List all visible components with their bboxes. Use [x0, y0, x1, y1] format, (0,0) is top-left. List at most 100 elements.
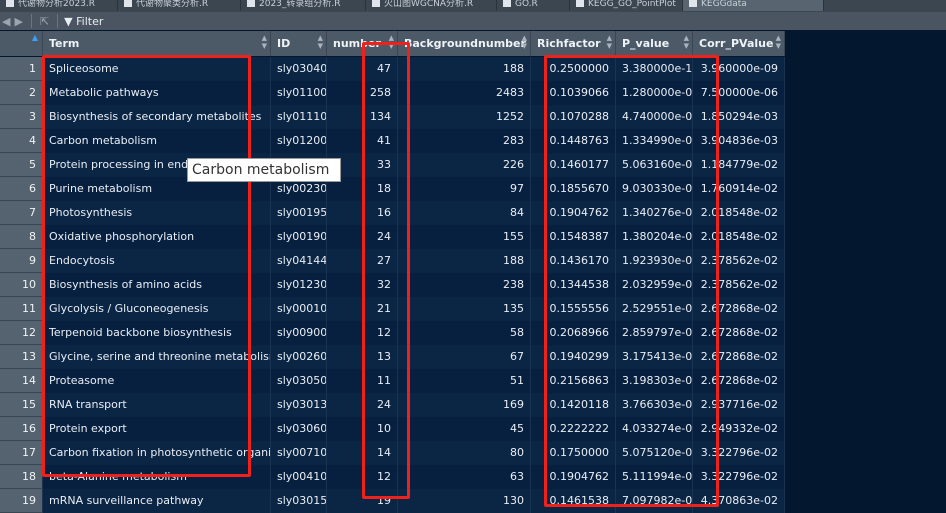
table-row[interactable]: 19 mRNA surveillance pathway sly03015 19 130…: [0, 489, 785, 513]
back-arrow-icon[interactable]: ◀: [2, 15, 10, 28]
cell-richfactor[interactable]: 0.1904762: [531, 465, 616, 489]
cell-term[interactable]: Glycolysis / Gluconeogenesis: [43, 297, 271, 321]
cell-backgroundnumber[interactable]: 135: [398, 297, 531, 321]
cell-number[interactable]: 24: [327, 393, 398, 417]
cell-corr_pvalue[interactable]: 3.904836e-03: [693, 129, 785, 153]
forward-arrow-icon[interactable]: ▶: [14, 15, 22, 28]
table-row[interactable]: 3 Biosynthesis of secondary metabolites sl…: [0, 105, 785, 129]
cell-corr_pvalue[interactable]: 1.760914e-02: [693, 177, 785, 201]
table-row[interactable]: 10 Biosynthesis of amino acids sly01230 32 2…: [0, 273, 785, 297]
cell-p_value[interactable]: 1.340276e-03: [616, 201, 693, 225]
cell-corr_pvalue[interactable]: 2.378562e-02: [693, 249, 785, 273]
tab-1[interactable]: 代谢物聚类分析.R: [118, 0, 241, 11]
cell-p_value[interactable]: 3.380000e-11: [616, 57, 693, 81]
cell-id[interactable]: sly03040: [271, 57, 327, 81]
column-header-p_value[interactable]: P_value ▲ ▼: [616, 31, 693, 56]
table-row[interactable]: 11 Glycolysis / Gluconeogenesis sly00010 21…: [0, 297, 785, 321]
cell-richfactor[interactable]: 0.1940299: [531, 345, 616, 369]
cell-term[interactable]: Biosynthesis of amino acids: [43, 273, 271, 297]
cell-richfactor[interactable]: 0.1855670: [531, 177, 616, 201]
cell-p_value[interactable]: 7.097982e-03: [616, 489, 693, 513]
table-row[interactable]: 4 Carbon metabolism sly01200 41 283 0.1448763…: [0, 129, 785, 153]
cell-number[interactable]: 12: [327, 465, 398, 489]
tab-0[interactable]: 代谢物分析2023.R: [0, 0, 118, 11]
filter-button[interactable]: ▼ Filter: [64, 15, 103, 28]
cell-p_value[interactable]: 1.923930e-03: [616, 249, 693, 273]
cell-corr_pvalue[interactable]: 1.184779e-02: [693, 153, 785, 177]
cell-backgroundnumber[interactable]: 155: [398, 225, 531, 249]
cell-richfactor[interactable]: 0.1548387: [531, 225, 616, 249]
table-row[interactable]: 6 Purine metabolism sly00230 18 97 0.1855670 9…: [0, 177, 785, 201]
cell-term[interactable]: Proteasome: [43, 369, 271, 393]
column-header-backgroundnumber[interactable]: Backgroundnumber ▲ ▼: [398, 31, 531, 56]
cell-backgroundnumber[interactable]: 63: [398, 465, 531, 489]
column-header-corr_pvalue[interactable]: Corr_PValue ▲ ▼: [693, 31, 785, 56]
cell-backgroundnumber[interactable]: 67: [398, 345, 531, 369]
tab-6[interactable]: KEGGdata: [683, 0, 824, 11]
cell-backgroundnumber[interactable]: 2483: [398, 81, 531, 105]
cell-id[interactable]: sly01100: [271, 81, 327, 105]
table-row[interactable]: 15 RNA transport sly03013 24 169 0.1420118 3.7…: [0, 393, 785, 417]
column-header-richfactor[interactable]: Richfactor ▲ ▼: [531, 31, 616, 56]
cell-id[interactable]: sly00195: [271, 201, 327, 225]
cell-richfactor[interactable]: 0.2068966: [531, 321, 616, 345]
cell-p_value[interactable]: 5.111994e-03: [616, 465, 693, 489]
cell-p_value[interactable]: 1.380204e-03: [616, 225, 693, 249]
cell-term[interactable]: Glycine, serine and threonine metabolism: [43, 345, 271, 369]
cell-p_value[interactable]: 3.175413e-03: [616, 345, 693, 369]
cell-number[interactable]: 41: [327, 129, 398, 153]
cell-backgroundnumber[interactable]: 238: [398, 273, 531, 297]
cell-richfactor[interactable]: 0.1460177: [531, 153, 616, 177]
cell-term[interactable]: Terpenoid backbone biosynthesis: [43, 321, 271, 345]
cell-corr_pvalue[interactable]: 2.937716e-02: [693, 393, 785, 417]
cell-richfactor[interactable]: 0.1555556: [531, 297, 616, 321]
cell-backgroundnumber[interactable]: 51: [398, 369, 531, 393]
table-row[interactable]: 13 Glycine, serine and threonine metaboli…: [0, 345, 785, 369]
cell-p_value[interactable]: 2.032959e-03: [616, 273, 693, 297]
cell-richfactor[interactable]: 0.1448763: [531, 129, 616, 153]
row-number-header[interactable]: ▲: [0, 31, 43, 56]
cell-term[interactable]: Biosynthesis of secondary metabolites: [43, 105, 271, 129]
cell-number[interactable]: 10: [327, 417, 398, 441]
cell-id[interactable]: sly00900: [271, 321, 327, 345]
cell-corr_pvalue[interactable]: 2.672868e-02: [693, 297, 785, 321]
cell-number[interactable]: 21: [327, 297, 398, 321]
cell-number[interactable]: 13: [327, 345, 398, 369]
cell-number[interactable]: 11: [327, 369, 398, 393]
cell-richfactor[interactable]: 0.1039066: [531, 81, 616, 105]
cell-id[interactable]: sly03050: [271, 369, 327, 393]
cell-corr_pvalue[interactable]: 2.949332e-02: [693, 417, 785, 441]
table-row[interactable]: 9 Endocytosis sly04144 27 188 0.1436170 1.9239…: [0, 249, 785, 273]
table-row[interactable]: 17 Carbon fixation in photosynthetic orga…: [0, 441, 785, 465]
tab-3[interactable]: 火山图WGCNA分析.R: [366, 0, 497, 11]
cell-richfactor[interactable]: 0.1461538: [531, 489, 616, 513]
cell-id[interactable]: sly00410: [271, 465, 327, 489]
cell-number[interactable]: 47: [327, 57, 398, 81]
table-row[interactable]: 7 Photosynthesis sly00195 16 84 0.1904762 1.34…: [0, 201, 785, 225]
cell-number[interactable]: 258: [327, 81, 398, 105]
cell-corr_pvalue[interactable]: 2.018548e-02: [693, 201, 785, 225]
cell-richfactor[interactable]: 0.1750000: [531, 441, 616, 465]
cell-id[interactable]: sly01230: [271, 273, 327, 297]
cell-id[interactable]: sly03060: [271, 417, 327, 441]
column-header-term[interactable]: Term ▲ ▼: [43, 31, 271, 56]
table-row[interactable]: 8 Oxidative phosphorylation sly00190 24 155 0…: [0, 225, 785, 249]
cell-number[interactable]: 12: [327, 321, 398, 345]
column-header-id[interactable]: ID ▲ ▼: [271, 31, 327, 56]
cell-term[interactable]: Oxidative phosphorylation: [43, 225, 271, 249]
table-row[interactable]: 14 Proteasome sly03050 11 51 0.2156863 3.19830…: [0, 369, 785, 393]
cell-richfactor[interactable]: 0.1420118: [531, 393, 616, 417]
cell-p_value[interactable]: 4.740000e-05: [616, 105, 693, 129]
cell-p_value[interactable]: 4.033274e-03: [616, 417, 693, 441]
cell-p_value[interactable]: 2.859797e-03: [616, 321, 693, 345]
cell-backgroundnumber[interactable]: 283: [398, 129, 531, 153]
cell-term[interactable]: Carbon metabolism: [43, 129, 271, 153]
cell-corr_pvalue[interactable]: 7.500000e-06: [693, 81, 785, 105]
cell-corr_pvalue[interactable]: 1.850294e-03: [693, 105, 785, 129]
cell-p_value[interactable]: 2.529551e-03: [616, 297, 693, 321]
cell-backgroundnumber[interactable]: 45: [398, 417, 531, 441]
table-row[interactable]: 12 Terpenoid backbone biosynthesis sly0090…: [0, 321, 785, 345]
cell-corr_pvalue[interactable]: 3.960000e-09: [693, 57, 785, 81]
cell-richfactor[interactable]: 0.1070288: [531, 105, 616, 129]
cell-term[interactable]: beta-Alanine metabolism: [43, 465, 271, 489]
